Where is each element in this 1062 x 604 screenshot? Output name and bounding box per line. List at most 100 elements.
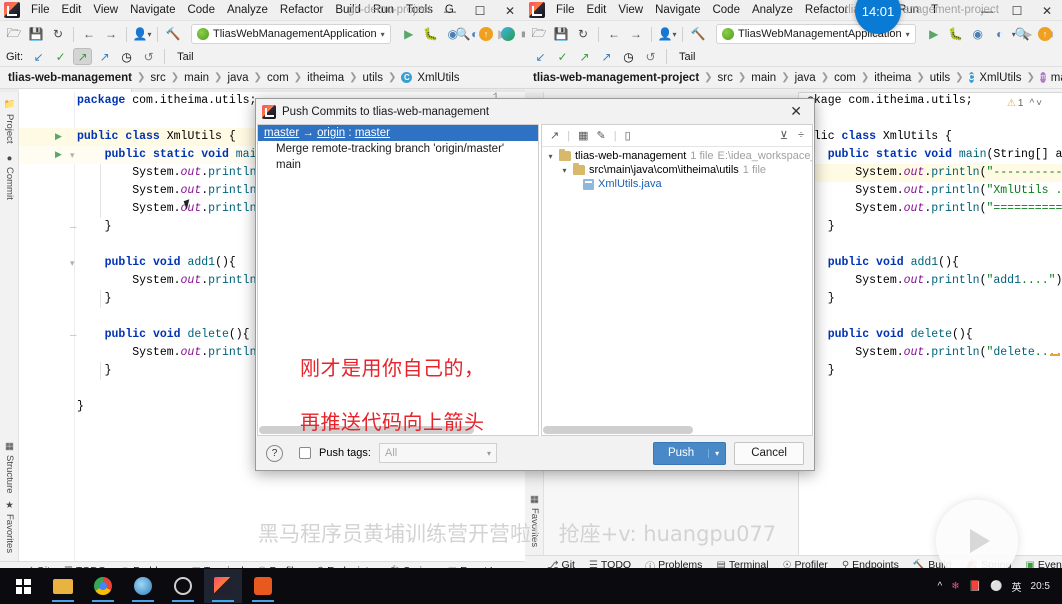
person-icon[interactable]: 👤 ▾ xyxy=(132,24,152,44)
taskbar-clock[interactable]: 20:5 xyxy=(1031,581,1050,592)
breadcrumb-item-project[interactable]: tlias-web-management-project xyxy=(533,72,699,84)
prev-problem-icon[interactable]: ^ xyxy=(1029,98,1034,109)
left-window-controls[interactable]: — ☐ ✕ xyxy=(435,0,525,21)
breadcrumb-item-itheima[interactable]: itheima xyxy=(307,72,344,84)
profile-icon[interactable]: ◐ xyxy=(990,24,1010,44)
commit-list-item[interactable]: Merge remote-tracking branch 'origin/mas… xyxy=(258,141,538,157)
edit-pencil-icon[interactable]: ✎ xyxy=(596,129,605,142)
code-line[interactable]: blic class XmlUtils { xyxy=(807,128,1062,146)
next-problem-icon[interactable]: ˅ xyxy=(1036,98,1042,109)
chevron-down-icon[interactable]: ▾ xyxy=(546,152,555,161)
tray-app-icon[interactable]: ❄ xyxy=(951,581,959,592)
maximize-button[interactable]: ☐ xyxy=(1002,0,1032,21)
menu-code[interactable]: Code xyxy=(706,2,746,18)
app6-icon[interactable] xyxy=(244,569,282,603)
file-tree-row[interactable]: ▾ src\main\java\com\itheima\utils 1 file xyxy=(542,163,812,177)
code-line[interactable]: public static void main(String[] args) xyxy=(807,146,1062,164)
git-update-icon[interactable]: ↗ xyxy=(95,48,114,65)
left-menubar[interactable]: File Edit View Navigate Code Analyze Ref… xyxy=(25,2,460,18)
changed-files-tree[interactable]: ▾ tlias-web-management 1 file E:\idea_works… xyxy=(542,147,812,191)
menu-edit[interactable]: Edit xyxy=(56,2,88,18)
breadcrumb-item-class[interactable]: XmlUtils xyxy=(417,72,459,84)
code-line[interactable]: } xyxy=(77,218,112,236)
code-line[interactable]: System.out.println("XmlUtils ..... xyxy=(807,182,1062,200)
changed-files-panel[interactable]: ↗ | ▦ ✎ | ▯ ⊻ ÷ ▾ tlias-web-management 1 f… xyxy=(541,124,813,436)
back-arrow-icon[interactable]: ← xyxy=(79,24,99,44)
sync-icon[interactable]: ↻ xyxy=(48,24,68,44)
breadcrumb-item-class[interactable]: XmlUtils xyxy=(979,72,1021,84)
close-icon[interactable]: ✕ xyxy=(784,103,808,120)
fold-icon[interactable]: ─ xyxy=(70,330,76,340)
close-button[interactable]: ✕ xyxy=(1032,0,1062,21)
menu-view[interactable]: View xyxy=(87,2,124,18)
file-tree-row[interactable]: ▾ tlias-web-management 1 file E:\idea_works… xyxy=(542,149,812,163)
code-line[interactable]: System.out.println("=============== xyxy=(807,200,1062,218)
breadcrumb-item-utils[interactable]: utils xyxy=(930,72,950,84)
menu-build[interactable]: Build xyxy=(329,2,367,18)
build-hammer-icon[interactable]: 🔨 xyxy=(688,24,708,44)
right-window-controls[interactable]: — ☐ ✕ xyxy=(972,0,1062,21)
breadcrumb-item-utils[interactable]: utils xyxy=(363,72,383,84)
menu-analyze[interactable]: Analyze xyxy=(221,2,274,18)
open-folder-icon[interactable]: 🗁 xyxy=(4,24,24,44)
menu-view[interactable]: View xyxy=(612,2,649,18)
branch-remote[interactable]: origin xyxy=(317,127,345,139)
git-history-clock-icon[interactable]: ◷ xyxy=(117,48,136,65)
intellij-taskbar-icon[interactable] xyxy=(204,569,242,603)
menu-navigate[interactable]: Navigate xyxy=(649,2,706,18)
branch-spec-row[interactable]: master → origin : master xyxy=(258,125,538,141)
forward-arrow-icon[interactable]: → xyxy=(626,24,646,44)
ide-globe-icon[interactable] xyxy=(501,27,515,41)
tray-app2-icon[interactable]: 📕 xyxy=(969,581,981,592)
git-branch-tail-label[interactable]: Tail xyxy=(171,51,200,63)
horizontal-scrollbar[interactable] xyxy=(543,426,693,434)
chevron-down-icon[interactable]: ▾ xyxy=(560,166,569,175)
preview-icon[interactable]: ▯ xyxy=(625,129,631,142)
run-gutter-icon[interactable]: ▶ xyxy=(55,131,62,142)
code-line[interactable]: } xyxy=(807,290,1062,308)
search-everywhere-icon[interactable]: 🔍 xyxy=(453,24,473,44)
code-line[interactable]: package com.itheima.utils; xyxy=(77,92,256,110)
sidebar-item-commit[interactable]: ● Commit xyxy=(0,148,18,205)
code-line[interactable]: public void add1(){ xyxy=(807,254,1062,272)
code-line[interactable]: public void delete(){ xyxy=(807,326,1062,344)
code-line[interactable]: public void add1(){ xyxy=(77,254,236,272)
debug-bug-icon[interactable]: 🐛 xyxy=(946,24,966,44)
git-push-icon[interactable]: ↗ xyxy=(73,48,93,65)
fold-icon[interactable]: ▾ xyxy=(70,258,75,269)
menu-edit[interactable]: Edit xyxy=(581,2,613,18)
stop-icon[interactable]: ■ xyxy=(515,24,525,44)
ime-indicator[interactable]: 英 xyxy=(1012,579,1022,594)
sync-icon[interactable]: ↻ xyxy=(573,24,593,44)
person-icon[interactable]: 👤 ▾ xyxy=(657,24,677,44)
update-badge-icon[interactable]: ↑ xyxy=(1038,27,1052,41)
breadcrumb-item-method[interactable]: main xyxy=(1051,72,1062,84)
menu-refactor[interactable]: Refactor xyxy=(799,2,854,18)
git-update-icon[interactable]: ↗ xyxy=(597,48,616,65)
start-button[interactable] xyxy=(4,569,42,603)
menu-run[interactable]: Run xyxy=(367,2,400,18)
git-branch-tail-label[interactable]: Tail xyxy=(673,51,702,63)
inspection-widget[interactable]: ⚠ 1 ^ ˅ xyxy=(1007,98,1042,109)
menu-tools[interactable]: Tools xyxy=(400,2,439,18)
git-revert-icon[interactable]: ↺ xyxy=(641,48,660,65)
menu-code[interactable]: Code xyxy=(181,2,221,18)
breadcrumb-item-itheima[interactable]: itheima xyxy=(874,72,911,84)
code-line[interactable]: public void delete(){ xyxy=(77,326,250,344)
run-configuration-selector[interactable]: TliasWebManagementApplication ▾ xyxy=(191,24,391,44)
open-folder-icon[interactable]: 🗁 xyxy=(529,24,549,44)
tray-network-icon[interactable]: ⚪ xyxy=(990,581,1002,592)
menu-file[interactable]: File xyxy=(550,2,581,18)
git-push-icon[interactable]: ↗ xyxy=(575,48,594,65)
forward-arrow-icon[interactable]: → xyxy=(101,24,121,44)
app4-icon[interactable] xyxy=(164,569,202,603)
git-pull-icon[interactable]: ↙ xyxy=(29,48,48,65)
code-line[interactable] xyxy=(807,308,1062,326)
diff-icon[interactable]: ↗ xyxy=(550,129,559,142)
git-revert-icon[interactable]: ↺ xyxy=(139,48,158,65)
code-line[interactable]: System.out.println("delete...."); xyxy=(807,344,1062,362)
git-commit-check-icon[interactable]: ✓ xyxy=(51,48,70,65)
breadcrumb-item-project[interactable]: tlias-web-management xyxy=(8,72,132,84)
right-editor[interactable]: C XmlUtils.java ✕ C StringUtils.java ✕ c… xyxy=(799,92,1062,555)
minimize-button[interactable]: — xyxy=(972,0,1002,21)
